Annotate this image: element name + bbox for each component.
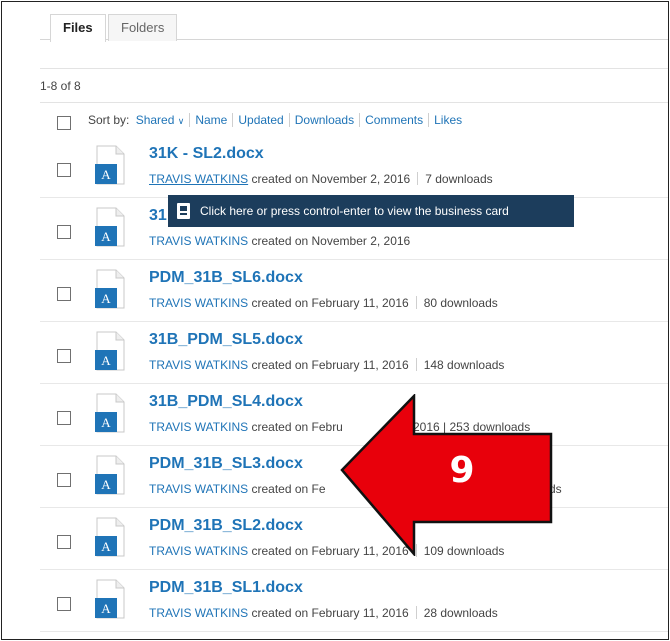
author-link[interactable]: TRAVIS WATKINS [149, 544, 248, 558]
word-document-icon[interactable]: A [94, 579, 126, 619]
tooltip-text: Click here or press control-enter to vie… [200, 204, 509, 218]
file-name-link[interactable]: 31 [149, 207, 167, 225]
download-count: 80 downloads [423, 296, 498, 310]
file-name-link[interactable]: 31B_PDM_SL4.docx [149, 393, 303, 411]
files-panel: Files Folders 1-8 of 8 Sort by: Shared ∨… [1, 1, 669, 640]
sort-label: Sort by: [88, 113, 130, 127]
sort-bar: Sort by: Shared ∨ Name Updated Downloads Com… [88, 113, 467, 127]
file-name-link[interactable]: PDM_31B_SL6.docx [149, 269, 303, 287]
divider [40, 68, 668, 69]
select-all-checkbox[interactable] [57, 116, 71, 130]
word-document-icon[interactable]: A [94, 269, 126, 309]
row-checkbox[interactable] [57, 597, 71, 611]
file-name-link[interactable]: 31B_PDM_SL5.docx [149, 331, 303, 349]
sort-shared[interactable]: Shared ∨ [132, 113, 191, 127]
file-meta: TRAVIS WATKINS created on November 2, 20… [149, 234, 411, 248]
tab-bar: Files Folders [40, 8, 668, 42]
author-link[interactable]: TRAVIS WATKINS [149, 172, 248, 186]
results-count: 1-8 of 8 [40, 79, 81, 93]
sort-downloads[interactable]: Downloads [289, 113, 361, 127]
sort-likes[interactable]: Likes [429, 113, 467, 127]
svg-text:A: A [101, 539, 111, 554]
row-checkbox[interactable] [57, 473, 71, 487]
sort-name[interactable]: Name [190, 113, 234, 127]
author-link[interactable]: TRAVIS WATKINS [149, 482, 248, 496]
sort-updated[interactable]: Updated [233, 113, 290, 127]
svg-text:A: A [101, 353, 111, 368]
file-name-link[interactable]: PDM_31B_SL1.docx [149, 579, 303, 597]
row-checkbox[interactable] [57, 349, 71, 363]
divider [40, 631, 668, 632]
file-meta: TRAVIS WATKINS created on November 2, 20… [149, 172, 493, 186]
divider [40, 259, 668, 260]
file-name-link[interactable]: PDM_31B_SL2.docx [149, 517, 303, 535]
tab-files[interactable]: Files [50, 14, 106, 42]
row-checkbox[interactable] [57, 287, 71, 301]
divider [40, 569, 668, 570]
row-checkbox[interactable] [57, 535, 71, 549]
word-document-icon[interactable]: A [94, 207, 126, 247]
file-meta: TRAVIS WATKINS created on February 11, 2… [149, 358, 505, 372]
author-link[interactable]: TRAVIS WATKINS [149, 420, 248, 434]
tab-folders[interactable]: Folders [108, 14, 178, 41]
svg-text:A: A [101, 477, 111, 492]
row-checkbox[interactable] [57, 411, 71, 425]
annotation-step-number: 9 [449, 450, 475, 491]
row-checkbox[interactable] [57, 225, 71, 239]
file-meta: TRAVIS WATKINS created on Febru 2016 | 2… [149, 420, 531, 434]
svg-text:A: A [101, 167, 111, 182]
word-document-icon[interactable]: A [94, 331, 126, 371]
word-document-icon[interactable]: A [94, 393, 126, 433]
row-checkbox[interactable] [57, 163, 71, 177]
file-meta: TRAVIS WATKINS created on February 11, 2… [149, 296, 498, 310]
file-meta: TRAVIS WATKINS created on February 11, 2… [149, 606, 498, 620]
svg-text:A: A [101, 415, 111, 430]
author-link[interactable]: TRAVIS WATKINS [149, 234, 248, 248]
svg-text:A: A [101, 229, 111, 244]
divider [40, 321, 668, 322]
svg-text:A: A [101, 601, 111, 616]
author-link[interactable]: TRAVIS WATKINS [149, 606, 248, 620]
file-name-link[interactable]: 31K - SL2.docx [149, 145, 264, 163]
business-card-icon [177, 203, 190, 219]
download-count: 28 downloads [423, 606, 498, 620]
chevron-down-icon: ∨ [177, 116, 185, 126]
word-document-icon[interactable]: A [94, 517, 126, 557]
download-count: 148 downloads [423, 358, 505, 372]
download-count: 7 downloads [425, 172, 493, 186]
file-meta: TRAVIS WATKINS created on Fe ds [149, 482, 562, 496]
author-link[interactable]: TRAVIS WATKINS [149, 358, 248, 372]
author-link[interactable]: TRAVIS WATKINS [149, 296, 248, 310]
sort-comments[interactable]: Comments [360, 113, 430, 127]
word-document-icon[interactable]: A [94, 455, 126, 495]
file-name-link[interactable]: PDM_31B_SL3.docx [149, 455, 303, 473]
divider [40, 102, 668, 103]
word-document-icon[interactable]: A [94, 145, 126, 185]
svg-text:A: A [101, 291, 111, 306]
divider [40, 383, 668, 384]
business-card-tooltip[interactable]: Click here or press control-enter to vie… [168, 195, 574, 227]
